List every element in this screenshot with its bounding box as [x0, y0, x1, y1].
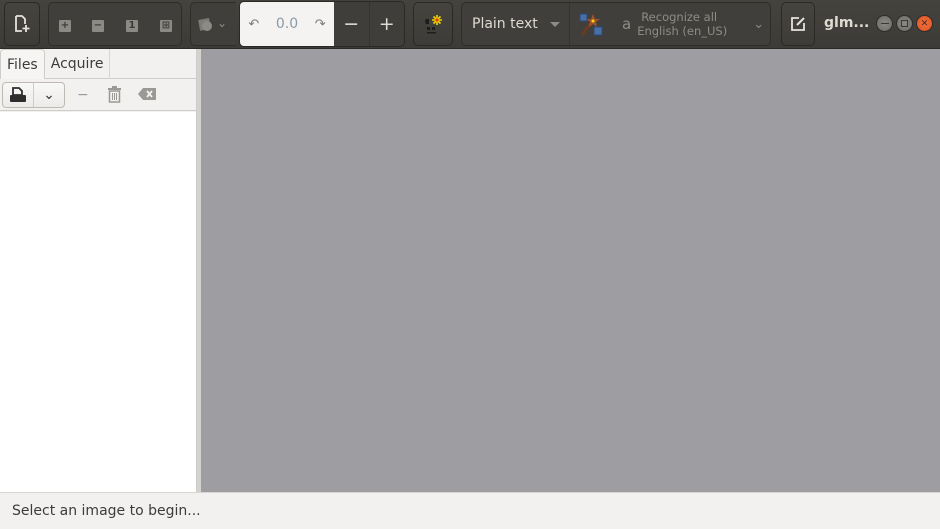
left-panel: Files Acquire ⌄ −	[0, 49, 197, 492]
scanner-add-icon	[10, 87, 26, 102]
autodetect-layout-icon	[425, 15, 442, 34]
zoom-fit-icon[interactable]: ⊞	[160, 20, 172, 32]
zoom-in-icon[interactable]: +	[59, 20, 71, 32]
file-tools: ⌄ −	[0, 79, 197, 111]
image-controls-icon	[198, 18, 212, 31]
edit-icon	[791, 17, 805, 31]
add-image-dropdown[interactable]: ⌄	[33, 83, 64, 107]
autodetect-layout-button[interactable]	[413, 2, 453, 46]
close-icon: ✕	[920, 18, 929, 29]
rotation-angle-field[interactable]: 0.0	[276, 16, 298, 32]
zoom-out-button[interactable]: −	[334, 2, 369, 46]
maximize-icon	[901, 20, 908, 27]
ocr-settings-combo: Plain text a Recognize all English (en_U…	[461, 2, 771, 46]
chevron-down-icon: ⌄	[43, 87, 55, 103]
dropdown-arrow-icon	[549, 21, 560, 27]
new-document-button[interactable]	[4, 2, 40, 46]
add-image-split-button: ⌄	[2, 82, 65, 108]
chevron-down-icon: ⌄	[753, 16, 765, 32]
status-bar: Select an image to begin...	[0, 492, 940, 529]
window-title: glm...	[824, 15, 870, 31]
rotation-zoom-controls: ↶ 0.0 ↷ − +	[239, 1, 405, 47]
clear-icon[interactable]	[138, 88, 156, 100]
image-canvas[interactable]	[201, 49, 940, 492]
header-bar: + − 1 ⊞ ⌄ ↶ 0.0 ↷ − + Plain text a Recog…	[0, 0, 940, 49]
rotate-left-icon[interactable]: ↶	[248, 17, 259, 32]
image-controls-button[interactable]: ⌄	[190, 2, 236, 46]
zoom-original-icon[interactable]: 1	[126, 20, 138, 32]
language-text: Recognize all English (en_US)	[637, 10, 728, 38]
file-list[interactable]	[0, 112, 196, 492]
rotate-right-icon[interactable]: ↷	[315, 17, 326, 32]
magic-wand-icon[interactable]	[578, 11, 604, 37]
chevron-down-icon: ⌄	[217, 16, 228, 30]
maximize-button[interactable]	[896, 15, 913, 32]
add-image-button[interactable]	[3, 83, 33, 107]
language-icon: a	[622, 14, 632, 33]
output-format-label: Plain text	[472, 16, 538, 32]
zoom-button-group: + − 1 ⊞	[48, 2, 182, 46]
language-selector[interactable]: a Recognize all English (en_US) ⌄	[570, 3, 770, 45]
panel-tabs: Files Acquire	[0, 49, 197, 79]
minimize-icon	[880, 22, 889, 25]
app-window: + − 1 ⊞ ⌄ ↶ 0.0 ↷ − + Plain text a Recog…	[0, 0, 940, 529]
tab-acquire[interactable]: Acquire	[45, 49, 111, 79]
edit-output-button[interactable]	[781, 2, 815, 46]
output-format-dropdown[interactable]: Plain text	[462, 3, 570, 45]
status-text: Select an image to begin...	[12, 503, 201, 519]
zoom-out-icon[interactable]: −	[92, 20, 104, 32]
close-button[interactable]: ✕	[916, 15, 933, 32]
zoom-in-button[interactable]: +	[368, 2, 405, 46]
trash-icon[interactable]	[107, 86, 122, 103]
minimize-button[interactable]	[876, 15, 893, 32]
document-add-icon	[15, 15, 30, 32]
tab-files[interactable]: Files	[0, 49, 45, 79]
remove-icon[interactable]: −	[77, 87, 89, 103]
